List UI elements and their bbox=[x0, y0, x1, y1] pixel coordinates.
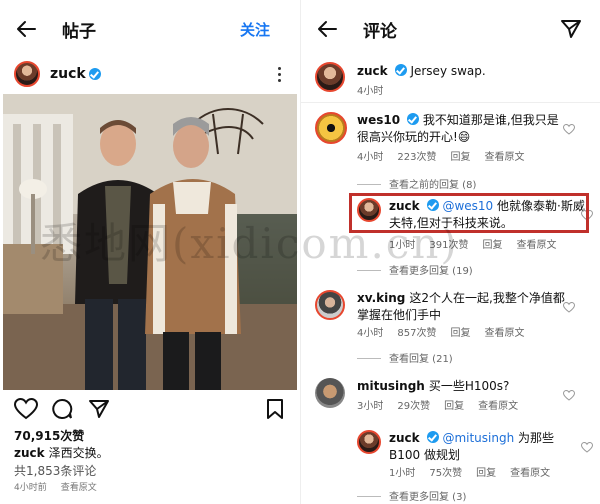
view-more-replies-link[interactable]: 查看更多回复 (3) bbox=[357, 488, 466, 503]
more-options-icon[interactable] bbox=[278, 67, 282, 85]
comment-time: 3小时 bbox=[357, 401, 384, 412]
like-heart-icon[interactable] bbox=[14, 398, 38, 420]
reply-like-count[interactable]: 391次赞 bbox=[429, 240, 468, 251]
comment-bubble-icon[interactable] bbox=[51, 398, 73, 420]
comment-time: 4小时 bbox=[357, 152, 384, 163]
comment-item: mitusingh 买一些H100s? 3小时 29次赞 回复 查看原文 bbox=[315, 378, 595, 418]
comment-meta: 3小时 29次赞 回复 查看原文 bbox=[357, 397, 532, 412]
post-time: 4小时前 bbox=[14, 483, 47, 493]
post-caption-row: zuck Jersey swap. 4小时 bbox=[315, 62, 595, 97]
view-replies-link[interactable]: 查看回复 (21) bbox=[357, 350, 453, 365]
comment-body: 买一些H100s? bbox=[428, 379, 510, 393]
avatar[interactable] bbox=[14, 61, 40, 87]
reply-text: zuck @mitusingh 为那些B100 做规划 bbox=[389, 430, 559, 464]
reply-item: zuck @mitusingh 为那些B100 做规划 1小时 75次赞 回复 查看原… bbox=[357, 430, 593, 480]
verified-badge-icon bbox=[88, 68, 101, 80]
avatar[interactable] bbox=[315, 290, 345, 320]
caption-body: Jersey swap. bbox=[410, 64, 486, 78]
avatar[interactable] bbox=[315, 378, 345, 408]
comment-text: wes10 我不知道那是谁,但我只是很高兴你玩的开心!😄 bbox=[357, 112, 565, 146]
bookmark-icon[interactable] bbox=[266, 398, 284, 420]
comment-username[interactable]: wes10 bbox=[357, 113, 400, 127]
follow-button[interactable]: 关注 bbox=[240, 19, 270, 40]
comment-text: mitusingh 买一些H100s? bbox=[357, 378, 565, 395]
comment-meta: 4小时 857次赞 回复 查看原文 bbox=[357, 324, 538, 339]
caption-username[interactable]: zuck bbox=[14, 446, 45, 460]
comment-like-count[interactable]: 857次赞 bbox=[397, 328, 436, 339]
reply-time: 1小时 bbox=[389, 468, 416, 479]
post-caption: zuck 泽西交换。 bbox=[14, 444, 109, 461]
caption-text: zuck Jersey swap. bbox=[357, 63, 486, 80]
reply-button[interactable]: 回复 bbox=[450, 328, 470, 339]
comment-username[interactable]: xv.king bbox=[357, 291, 405, 305]
reply-time: 1小时 bbox=[389, 240, 416, 251]
avatar[interactable] bbox=[315, 62, 345, 92]
photo-illustration bbox=[3, 94, 297, 390]
see-translation-link[interactable]: 查看原文 bbox=[516, 240, 556, 251]
reply-username[interactable]: zuck bbox=[389, 431, 420, 445]
reply-button[interactable]: 回复 bbox=[444, 401, 464, 412]
highlight-frame bbox=[349, 193, 589, 233]
comment-like-heart-icon[interactable] bbox=[563, 390, 575, 401]
like-count[interactable]: 70,915次赞 bbox=[14, 427, 84, 444]
post-author[interactable]: zuck bbox=[14, 60, 101, 88]
view-more-replies-link[interactable]: 查看更多回复 (19) bbox=[357, 262, 473, 277]
divider bbox=[301, 102, 600, 103]
comments-header: 评论 bbox=[301, 0, 600, 56]
back-arrow-icon[interactable] bbox=[14, 17, 38, 41]
author-username[interactable]: zuck bbox=[50, 66, 86, 82]
verified-badge-icon bbox=[426, 431, 439, 443]
avatar[interactable] bbox=[315, 112, 347, 144]
post-photo[interactable] bbox=[3, 94, 297, 390]
comment-item: xv.king 这2个人在一起,我整个净值都掌握在他们手中 4小时 857次赞 回复 查… bbox=[315, 290, 595, 348]
comment-meta: 4小时 223次赞 回复 查看原文 bbox=[357, 148, 538, 163]
reply-button[interactable]: 回复 bbox=[450, 152, 470, 163]
post-action-bar bbox=[14, 398, 289, 422]
caption-time: 4小时 bbox=[357, 86, 384, 97]
page-title: 评论 bbox=[363, 22, 397, 42]
comment-like-heart-icon[interactable] bbox=[563, 302, 575, 313]
caption-text: 泽西交换。 bbox=[48, 446, 109, 460]
caption-username[interactable]: zuck bbox=[357, 64, 388, 78]
share-send-icon[interactable] bbox=[560, 18, 582, 40]
reply-meta: 1小时 75次赞 回复 查看原文 bbox=[389, 464, 564, 479]
post-header: 帖子 关注 bbox=[0, 0, 300, 56]
see-translation-link[interactable]: 查看原文 bbox=[61, 483, 97, 493]
see-translation-link[interactable]: 查看原文 bbox=[478, 401, 518, 412]
reply-button[interactable]: 回复 bbox=[476, 468, 496, 479]
mention-link[interactable]: @mitusingh bbox=[442, 431, 514, 445]
reply-meta: 1小时 391次赞 回复 查看原文 bbox=[389, 236, 570, 251]
comment-like-count[interactable]: 29次赞 bbox=[397, 401, 430, 412]
post-pane: 帖子 关注 zuck 70,915次赞 zuck 泽西交换。 共1,853条评论… bbox=[0, 0, 300, 504]
comments-pane: 评论 zuck Jersey swap. 4小时 wes10 我不知道那是谁,但… bbox=[300, 0, 600, 504]
back-arrow-icon[interactable] bbox=[315, 17, 339, 41]
see-translation-link[interactable]: 查看原文 bbox=[484, 328, 524, 339]
verified-badge-icon bbox=[407, 113, 420, 125]
comment-username[interactable]: mitusingh bbox=[357, 379, 425, 393]
see-translation-link[interactable]: 查看原文 bbox=[510, 468, 550, 479]
comment-like-count[interactable]: 223次赞 bbox=[397, 152, 436, 163]
reply-button[interactable]: 回复 bbox=[482, 240, 502, 251]
comment-like-heart-icon[interactable] bbox=[563, 124, 575, 135]
reply-like-count[interactable]: 75次赞 bbox=[429, 468, 462, 479]
post-meta: 4小时前 查看原文 bbox=[14, 480, 111, 493]
comment-item: wes10 我不知道那是谁,但我只是很高兴你玩的开心!😄 4小时 223次赞 回复 查… bbox=[315, 112, 595, 172]
comment-text: xv.king 这2个人在一起,我整个净值都掌握在他们手中 bbox=[357, 290, 565, 324]
share-send-icon[interactable] bbox=[88, 398, 110, 420]
avatar[interactable] bbox=[357, 430, 381, 454]
view-all-comments-link[interactable]: 共1,853条评论 bbox=[14, 462, 96, 479]
comment-time: 4小时 bbox=[357, 328, 384, 339]
page-title: 帖子 bbox=[62, 22, 96, 42]
view-previous-replies-link[interactable]: 查看之前的回复 (8) bbox=[357, 176, 476, 191]
reply-like-heart-icon[interactable] bbox=[581, 442, 593, 453]
verified-badge-icon bbox=[394, 64, 407, 76]
see-translation-link[interactable]: 查看原文 bbox=[484, 152, 524, 163]
